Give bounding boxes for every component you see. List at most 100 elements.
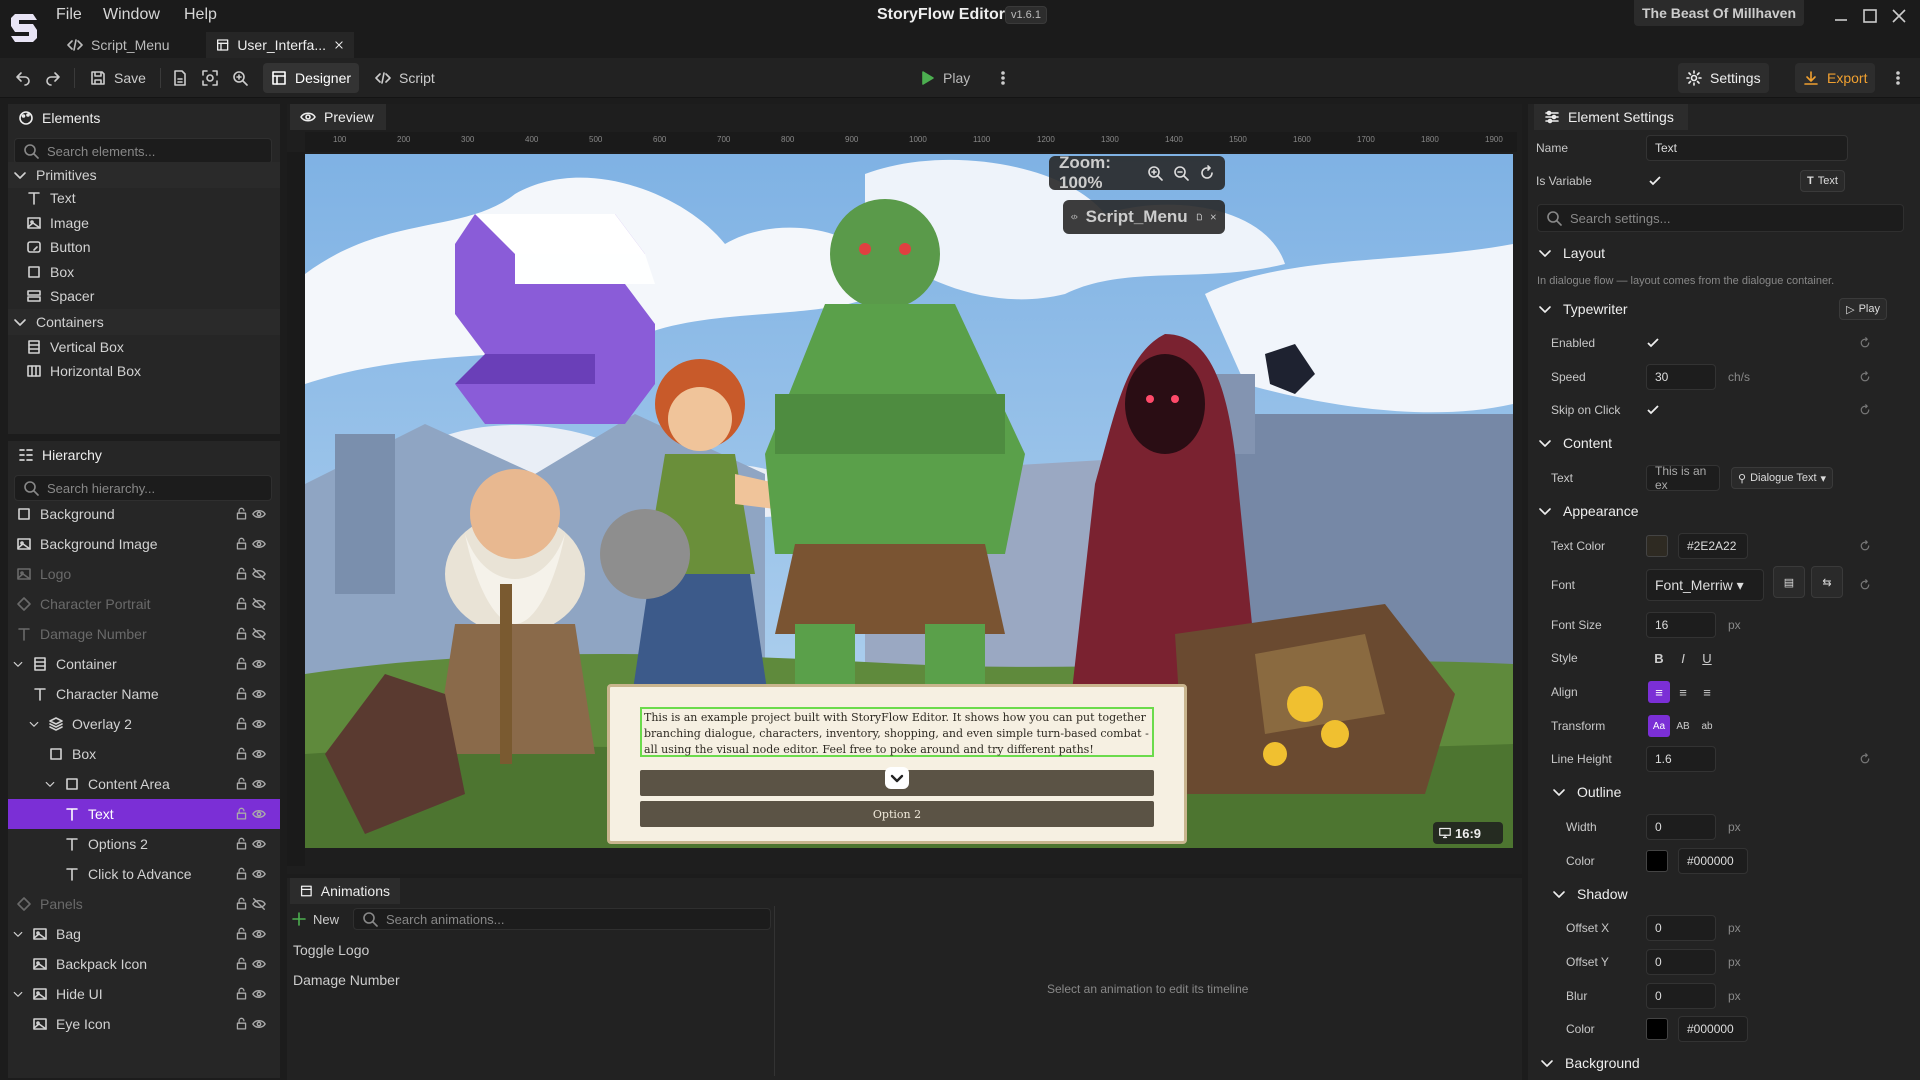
eye-icon[interactable] — [252, 686, 266, 702]
chevron-down-icon[interactable] — [12, 656, 24, 672]
tab-animations[interactable]: Animations — [290, 878, 400, 904]
zoom-in-icon[interactable] — [1147, 165, 1163, 181]
settings-search-input[interactable]: Search settings... — [1537, 204, 1904, 232]
group-primitives[interactable]: Primitives — [8, 162, 280, 188]
value-input[interactable]: 30 — [1646, 364, 1716, 390]
hierarchy-item-options-2[interactable]: Options 2 — [8, 829, 280, 859]
eye-icon[interactable] — [252, 506, 266, 522]
lock-icon[interactable] — [235, 566, 248, 582]
eye-off-icon[interactable] — [252, 626, 266, 642]
element-button[interactable]: Button — [26, 235, 280, 259]
chevron-down-icon[interactable] — [44, 776, 56, 792]
value-input[interactable]: 1.6 — [1646, 746, 1716, 772]
lock-icon[interactable] — [235, 806, 248, 822]
hierarchy-item-background[interactable]: Background — [8, 499, 280, 529]
reset-icon[interactable] — [1859, 335, 1871, 351]
text-value-input[interactable]: This is an ex — [1646, 464, 1720, 492]
chevron-down-icon[interactable] — [12, 926, 24, 942]
eye-icon[interactable] — [252, 746, 266, 762]
new-file-button[interactable] — [166, 63, 194, 93]
name-input[interactable]: Text — [1646, 135, 1848, 161]
element-horizontal-box[interactable]: Horizontal Box — [26, 359, 280, 383]
lock-icon[interactable] — [235, 836, 248, 852]
eye-icon[interactable] — [252, 1016, 266, 1032]
section-appearance[interactable]: Appearance — [1537, 496, 1897, 526]
eye-icon[interactable] — [252, 776, 266, 792]
group-containers[interactable]: Containers — [8, 308, 280, 335]
is-variable-checkbox[interactable] — [1648, 174, 1662, 188]
align-center-icon[interactable]: ≡ — [1672, 681, 1694, 703]
more-options-button[interactable] — [1885, 63, 1911, 93]
hierarchy-item-click-to-advance[interactable]: Click to Advance — [8, 859, 280, 889]
eye-icon[interactable] — [252, 656, 266, 672]
eye-icon[interactable] — [252, 986, 266, 1002]
bold-button[interactable]: B — [1648, 647, 1670, 669]
eye-off-icon[interactable] — [252, 896, 266, 912]
section-content[interactable]: Content — [1537, 428, 1897, 458]
play-options-button[interactable] — [990, 63, 1016, 93]
eye-icon[interactable] — [252, 866, 266, 882]
fit-view-button[interactable] — [196, 63, 224, 93]
hierarchy-item-content-area[interactable]: Content Area — [8, 769, 280, 799]
lock-icon[interactable] — [235, 896, 248, 912]
hierarchy-item-panels[interactable]: Panels — [8, 889, 280, 919]
section-background[interactable]: Background — [1539, 1048, 1899, 1078]
lock-icon[interactable] — [235, 686, 248, 702]
tab-user-interface[interactable]: User_Interfa... — [206, 32, 354, 58]
tab-preview[interactable]: Preview — [290, 104, 386, 130]
transform-lowercase-button[interactable]: ab — [1696, 715, 1718, 737]
hierarchy-item-damage-number[interactable]: Damage Number — [8, 619, 280, 649]
font-dropdown[interactable]: Font_Merriw ▾ — [1646, 569, 1764, 601]
value-input[interactable]: 16 — [1646, 612, 1716, 638]
checkbox[interactable] — [1646, 403, 1660, 417]
hierarchy-item-container[interactable]: Container — [8, 649, 280, 679]
menu-file[interactable]: File — [56, 6, 82, 24]
lock-icon[interactable] — [235, 596, 248, 612]
lock-icon[interactable] — [235, 1016, 248, 1032]
chevron-down-icon[interactable] — [885, 767, 909, 789]
eye-icon[interactable] — [252, 836, 266, 852]
dialogue-text-dropdown[interactable]: ⚲ Dialogue Text ▾ — [1731, 467, 1834, 489]
undo-button[interactable] — [8, 63, 38, 93]
chevron-down-icon[interactable] — [12, 986, 24, 1002]
hierarchy-item-bag[interactable]: Bag — [8, 919, 280, 949]
script-mode-button[interactable]: Script — [367, 63, 443, 93]
reset-icon[interactable] — [1859, 369, 1871, 385]
value-input[interactable]: 0 — [1646, 983, 1716, 1009]
hierarchy-item-background-image[interactable]: Background Image — [8, 529, 280, 559]
lock-icon[interactable] — [235, 926, 248, 942]
lock-icon[interactable] — [235, 656, 248, 672]
hierarchy-item-logo[interactable]: Logo — [8, 559, 280, 589]
reset-icon[interactable] — [1859, 402, 1871, 418]
zoom-out-icon[interactable] — [1173, 165, 1189, 181]
element-image[interactable]: Image — [26, 211, 280, 235]
eye-icon[interactable] — [252, 956, 266, 972]
value-input[interactable]: #000000 — [1678, 1016, 1748, 1042]
eye-icon[interactable] — [252, 806, 266, 822]
reset-icon[interactable] — [1859, 538, 1871, 554]
hierarchy-item-character-name[interactable]: Character Name — [8, 679, 280, 709]
section-layout[interactable]: Layout — [1537, 238, 1897, 268]
checkbox[interactable] — [1646, 336, 1660, 350]
option-2-button[interactable]: Option 2 — [640, 801, 1154, 827]
element-vertical-box[interactable]: Vertical Box — [26, 335, 280, 359]
hierarchy-item-character-portrait[interactable]: Character Portrait — [8, 589, 280, 619]
lock-icon[interactable] — [235, 866, 248, 882]
value-input[interactable]: 0 — [1646, 949, 1716, 975]
close-icon[interactable] — [1210, 209, 1217, 225]
value-input[interactable]: 0 — [1646, 915, 1716, 941]
font-file-button[interactable]: ▤ — [1773, 566, 1805, 598]
lock-icon[interactable] — [235, 506, 248, 522]
outline-color-swatch[interactable] — [1646, 850, 1668, 872]
reset-icon[interactable] — [1859, 751, 1871, 767]
eye-off-icon[interactable] — [252, 596, 266, 612]
hierarchy-item-eye-icon[interactable]: Eye Icon — [8, 1009, 280, 1039]
lock-icon[interactable] — [235, 626, 248, 642]
element-box[interactable]: Box — [26, 260, 280, 284]
new-animation-button[interactable]: New — [291, 908, 351, 930]
eye-icon[interactable] — [252, 536, 266, 552]
value-input[interactable]: #2E2A22 — [1678, 533, 1748, 559]
close-tab-icon[interactable] — [334, 39, 344, 51]
lock-icon[interactable] — [235, 536, 248, 552]
animations-search-input[interactable]: Search animations... — [353, 908, 771, 930]
